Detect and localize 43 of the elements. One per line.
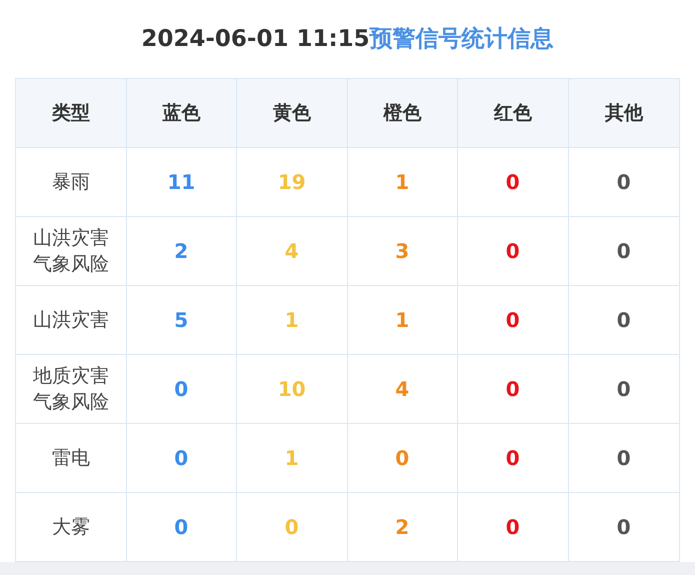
count-cell-text: 1 [284,307,299,334]
count-cell-text: 0 [616,376,631,403]
type-cell-text: 雷电 [50,446,91,471]
count-cell-text: 1 [284,445,299,472]
column-header: 黄色 [272,100,311,126]
count-cell-text: 0 [174,445,188,472]
count-cell-text: 19 [278,169,306,196]
table-title: 2024-06-01 11:15预警信号统计信息 [141,24,554,54]
count-cell-text: 0 [506,238,520,265]
type-cell-text: 暴雨 [50,170,91,195]
type-cell-text: 山洪灾害气象风险 [32,226,110,277]
type-cell-text: 山洪灾害 [32,308,110,333]
count-cell-text: 0 [506,514,520,541]
count-cell-text: 4 [284,238,299,265]
column-header: 橙色 [383,100,422,126]
count-cell-text: 2 [174,238,188,265]
type-cell-text: 地质灾害气象风险 [32,364,110,415]
count-cell-text: 0 [395,445,410,472]
column-header: 类型 [52,100,90,126]
count-cell-text: 0 [174,376,188,403]
count-cell-text: 1 [395,307,410,334]
count-cell-text: 0 [616,169,631,196]
count-cell-text: 4 [395,376,410,403]
count-cell-text: 5 [174,307,188,334]
column-header: 蓝色 [162,100,200,126]
count-cell-text: 1 [395,169,410,196]
count-cell-text: 0 [506,445,520,472]
count-cell-text: 0 [284,514,299,541]
column-header: 其他 [604,100,643,126]
count-cell-text: 0 [174,514,188,541]
count-cell-text: 0 [616,307,631,334]
count-cell-text: 0 [616,514,631,541]
type-cell-text: 大雾 [50,515,91,540]
count-cell-text: 10 [278,376,306,403]
count-cell-text: 0 [506,376,520,403]
count-cell-text: 11 [167,169,196,196]
count-cell-text: 0 [616,238,631,265]
count-cell-text: 3 [395,238,410,265]
count-cell-text: 0 [616,445,631,472]
count-cell-text: 2 [395,514,410,541]
column-header: 红色 [494,100,532,126]
count-cell-text: 0 [506,169,520,196]
count-cell-text: 0 [506,307,520,334]
